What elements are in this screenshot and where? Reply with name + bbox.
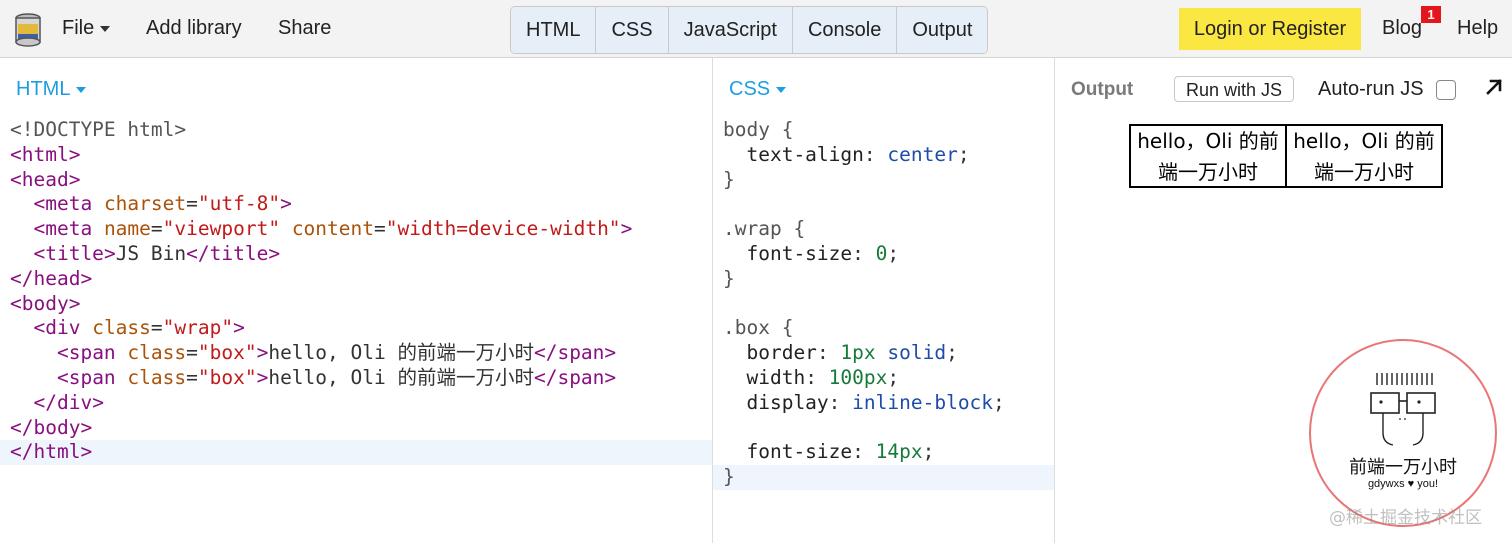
html-code-line[interactable]: <meta name="viewport" content="width=dev… <box>0 217 712 242</box>
run-with-js-button[interactable]: Run with JS <box>1174 76 1294 102</box>
css-code-line[interactable]: .wrap { <box>713 217 1054 242</box>
author-badge: 前端一万小时 gdywxs ♥ you! <box>1309 339 1497 527</box>
output-panel: Output Run with JS Auto-run JS hello，Oli… <box>1055 58 1512 543</box>
html-code-line[interactable]: <head> <box>0 168 712 193</box>
html-code-line[interactable]: <meta charset="utf-8"> <box>0 192 712 217</box>
tab-javascript[interactable]: JavaScript <box>668 7 793 53</box>
blog-link[interactable]: Blog <box>1382 17 1422 40</box>
chevron-down-icon <box>100 25 111 32</box>
blog-notification-badge: 1 <box>1421 6 1441 23</box>
output-preview: hello，Oli 的前端一万小时 hello，Oli 的前端一万小时 <box>1129 124 1443 188</box>
css-code-line[interactable]: } <box>713 168 1054 193</box>
tab-console[interactable]: Console <box>792 7 898 53</box>
css-code-editor[interactable]: body { text-align: center;} .wrap { font-… <box>713 118 1054 490</box>
css-code-line[interactable]: text-align: center; <box>713 143 1054 168</box>
auto-run-checkbox[interactable] <box>1436 80 1456 100</box>
css-code-line[interactable]: display: inline-block; <box>713 391 1054 416</box>
css-code-line[interactable]: body { <box>713 118 1054 143</box>
html-code-line[interactable]: </head> <box>0 267 712 292</box>
css-code-line[interactable] <box>713 416 1054 441</box>
html-code-line[interactable]: </html> <box>0 440 712 466</box>
output-title: Output <box>1071 79 1134 100</box>
badge-title: 前端一万小时 <box>1349 457 1457 478</box>
css-code-line[interactable]: } <box>713 465 1054 490</box>
css-code-line[interactable]: .box { <box>713 316 1054 341</box>
popout-arrow-icon[interactable] <box>1483 76 1505 98</box>
html-code-line[interactable]: <body> <box>0 292 712 317</box>
css-panel-menu[interactable]: CSS <box>729 78 787 101</box>
css-editor-panel: CSS body { text-align: center;} .wrap { f… <box>713 58 1055 543</box>
tab-output[interactable]: Output <box>897 7 988 53</box>
chevron-down-icon <box>776 86 787 93</box>
top-toolbar: File Add library Share HTML CSS JavaScri… <box>0 0 1512 58</box>
css-code-line[interactable]: font-size: 14px; <box>713 440 1054 465</box>
html-panel-menu[interactable]: HTML <box>16 78 87 101</box>
file-menu[interactable]: File <box>62 17 111 40</box>
badge-subtitle: gdywxs ♥ you! <box>1367 478 1439 490</box>
login-register-button[interactable]: Login or Register <box>1179 8 1361 50</box>
html-code-editor[interactable]: <!DOCTYPE html> <html> <head> <meta charse… <box>0 118 712 466</box>
file-menu-label: File <box>62 17 95 39</box>
cartoon-face-icon <box>1370 373 1436 446</box>
preview-box: hello，Oli 的前端一万小时 <box>1285 124 1443 188</box>
html-editor-panel: HTML <!DOCTYPE html> <html> <head> <meta c… <box>0 58 713 543</box>
css-panel-label: CSS <box>729 78 771 100</box>
html-code-line[interactable]: <!DOCTYPE html> <box>0 118 712 143</box>
css-code-line[interactable] <box>713 192 1054 217</box>
jsbin-logo-icon[interactable] <box>14 12 42 48</box>
css-code-line[interactable]: width: 100px; <box>713 366 1054 391</box>
chevron-down-icon <box>76 86 87 93</box>
watermark-text: @稀土掘金技术社区 <box>1329 508 1482 528</box>
html-code-line[interactable]: </div> <box>0 391 712 416</box>
preview-box: hello，Oli 的前端一万小时 <box>1129 124 1287 188</box>
help-link[interactable]: Help <box>1457 17 1498 40</box>
html-code-line[interactable]: <div class="wrap"> <box>0 316 712 341</box>
css-code-line[interactable]: border: 1px solid; <box>713 341 1054 366</box>
css-code-line[interactable]: } <box>713 267 1054 292</box>
auto-run-label: Auto-run JS <box>1318 78 1424 100</box>
html-code-line[interactable]: <html> <box>0 143 712 168</box>
html-code-line[interactable]: <span class="box">hello, Oli 的前端一万小时</sp… <box>0 341 712 366</box>
css-code-line[interactable]: font-size: 0; <box>713 242 1054 267</box>
html-panel-label: HTML <box>16 78 71 100</box>
tab-css[interactable]: CSS <box>596 7 669 53</box>
tab-html[interactable]: HTML <box>511 7 597 53</box>
add-library-menu[interactable]: Add library <box>146 17 242 40</box>
panel-tabs: HTML CSS JavaScript Console Output <box>510 6 989 54</box>
css-code-line[interactable] <box>713 292 1054 317</box>
share-menu[interactable]: Share <box>278 17 331 40</box>
html-code-line[interactable]: </body> <box>0 416 712 441</box>
html-code-line[interactable]: <title>JS Bin</title> <box>0 242 712 267</box>
html-code-line[interactable]: <span class="box">hello, Oli 的前端一万小时</sp… <box>0 366 712 391</box>
